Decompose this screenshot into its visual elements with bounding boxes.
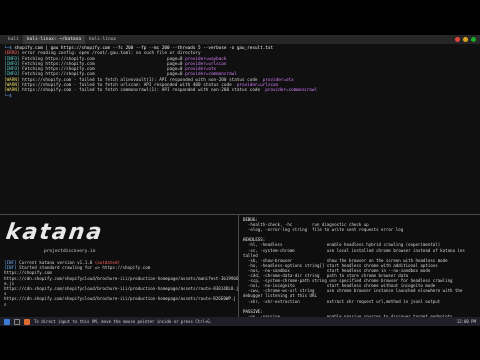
terminal-text: [ERRO] xyxy=(4,51,23,57)
terminal-line: └─$ xyxy=(4,94,476,99)
tab-kali[interactable]: kali xyxy=(4,35,23,44)
tab-katana[interactable]: kali-linux: ~/katana xyxy=(22,35,86,44)
terminal-text: -xhr, -xhr-extraction extract xhr reques… xyxy=(243,298,441,304)
terminal-text: provider=wayback xyxy=(185,56,227,62)
terminal-line: s xyxy=(4,302,234,307)
terminal-line: https://cdn.shopify.com/shopifycloud/bro… xyxy=(4,296,236,302)
maximize-icon[interactable] xyxy=(471,37,476,42)
start-menu-icon[interactable] xyxy=(4,318,10,325)
terminal-text: https://cdn.shopify.com/shopifycloud/bro… xyxy=(4,296,236,302)
tab-kali-linux[interactable]: kali-linux xyxy=(85,35,120,44)
terminal-text: -elog, -error-log string file to write s… xyxy=(243,227,404,233)
terminal-text: [INFO] xyxy=(4,72,23,78)
tab-label: kali-linux xyxy=(89,37,117,42)
browser-app-icon[interactable] xyxy=(24,318,30,325)
projectdiscovery-site: projectdiscovery.io xyxy=(44,249,96,254)
desktop-screen: kali kali-linux: ~/katana kali-linux └─$… xyxy=(0,35,480,326)
tab-label: kali xyxy=(8,37,19,42)
katana-logo: katana xyxy=(4,220,106,245)
terminal-text: https://cdn.shopify.com/shopifycloud/bro… xyxy=(4,275,238,281)
terminal-text: provider=commoncrawl xyxy=(185,72,237,78)
terminal-line: https://cdn.shopify.com/shopifycloud/bro… xyxy=(4,286,238,291)
letterbox-bottom xyxy=(0,326,480,360)
minimize-icon[interactable] xyxy=(463,37,468,42)
help-line: -sc, -system-chrome use local installed … xyxy=(243,248,476,253)
letterbox-top xyxy=(0,0,480,35)
terminal-text: -sc, -system-chrome use local installed … xyxy=(243,247,465,253)
terminal-text: s xyxy=(4,301,7,307)
terminal-line: https://cdn.shopify.com/shopifycloud/bro… xyxy=(4,276,238,281)
terminal-text: error reading config: open /root/.gau.to… xyxy=(22,51,201,57)
vm-status-text: To direct input to this VM, move the mou… xyxy=(34,319,213,324)
katana-terminal-pane[interactable]: katana projectdiscovery.io [INF] Current… xyxy=(0,215,238,317)
katana-help-pane[interactable]: DEBUG: -health-check, -hc run diagnostic… xyxy=(239,215,480,317)
terminal-app-icon[interactable] xyxy=(14,318,20,325)
terminal-text: provider=commoncrawl xyxy=(265,88,318,94)
terminal-text: https://shopify.com - failed to fetch co… xyxy=(22,88,266,94)
taskbar-clock: 12:00 PM xyxy=(456,319,476,324)
terminal-text: [WARN] xyxy=(4,88,23,94)
gau-terminal-pane[interactable]: └─$ shopify.com | gau https://shopify.co… xyxy=(0,44,480,214)
terminal-text: └─$ xyxy=(4,93,15,99)
katana-output: [INF] Current katana version v1.1.0 (out… xyxy=(4,260,238,307)
terminal-tab-bar: kali kali-linux: ~/katana kali-linux xyxy=(0,35,480,44)
vm-taskbar: To direct input to this VM, move the mou… xyxy=(0,317,480,326)
close-icon[interactable] xyxy=(455,37,460,42)
terminal-text: Fetching https://shopify.com page=0 xyxy=(22,56,186,62)
terminal-text: https://cdn.shopify.com/shopifycloud/bro… xyxy=(4,286,238,292)
terminal-text: [INFO] xyxy=(4,56,23,62)
terminal-text: Fetching https://shopify.com page=0 xyxy=(22,72,186,78)
tab-label: kali-linux: ~/katana xyxy=(26,37,82,42)
